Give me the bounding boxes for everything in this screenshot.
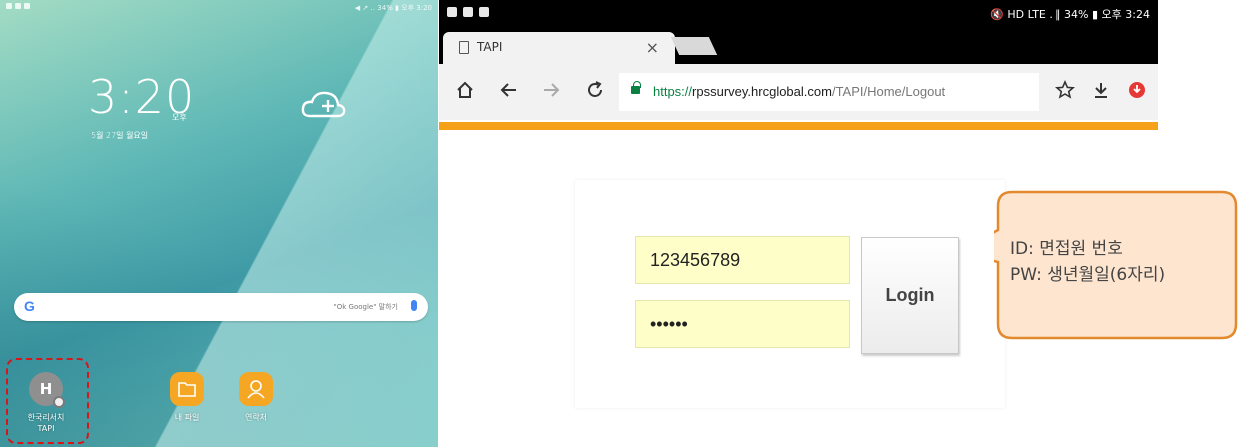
google-search-bar[interactable]: G "Ok Google" 말하기 (14, 293, 428, 321)
google-logo-icon: G (24, 298, 35, 314)
clock-ampm: 오후 (172, 113, 187, 122)
url-host: rpssurvey.hrcglobal.com (692, 84, 832, 99)
url-text: https://rpssurvey.hrcglobal.com/TAPI/Hom… (653, 84, 945, 99)
folder-glyph-icon (178, 382, 196, 397)
download-icon[interactable] (1091, 80, 1111, 100)
lock-icon (631, 81, 641, 94)
login-card: 123456789 •••••• Login (575, 180, 1005, 408)
id-input[interactable]: 123456789 (635, 236, 850, 284)
new-tab-button[interactable] (670, 37, 718, 55)
login-button[interactable]: Login (861, 237, 959, 354)
status-icons (6, 3, 30, 13)
app-my-files[interactable]: 내 파일 (157, 372, 217, 423)
folder-icon (170, 372, 204, 406)
password-input[interactable]: •••••• (635, 300, 850, 348)
browser-status-right: 🔇 HD LTE . ∥ 34% ▮ 오후 3:24 (990, 8, 1150, 21)
clock-widget[interactable]: 3:20 오후 5월 27일 월요일 (88, 70, 195, 140)
settings-icon (24, 3, 30, 9)
credential-callout: ID: 면접원 번호 PW: 생년월일(6자리) (994, 190, 1238, 340)
contacts-icon (239, 372, 273, 406)
ok-google-hint: "Ok Google" 말하기 (333, 303, 398, 311)
app-contacts-label: 연락처 (244, 413, 268, 422)
address-bar[interactable]: https://rpssurvey.hrcglobal.com/TAPI/Hom… (619, 73, 1039, 111)
gallery-icon (6, 3, 12, 9)
tab-title: TAPI (477, 40, 503, 54)
tab-tapi[interactable]: TAPI × (443, 32, 675, 64)
page-icon (459, 41, 469, 54)
gallery-icon (447, 7, 457, 17)
shield-icon (463, 7, 473, 17)
weather-add-icon[interactable] (300, 88, 346, 122)
phone-home-screen: ◀ ↗ ‥ 34% ▮ 오후 3:20 3:20 오후 5월 27일 월요일 G… (0, 0, 438, 447)
back-arrow-icon[interactable] (499, 80, 519, 100)
tab-strip: TAPI × (439, 28, 1158, 64)
browser-status-bar: 🔇 HD LTE . ∥ 34% ▮ 오후 3:24 (439, 0, 1158, 28)
settings-icon (479, 7, 489, 17)
phone-status-right: ◀ ↗ ‥ 34% ▮ 오후 3:20 (354, 4, 432, 12)
forward-arrow-icon[interactable] (541, 80, 561, 100)
clock-date: 5월 27일 월요일 (91, 131, 149, 140)
phone-status-bar: ◀ ↗ ‥ 34% ▮ 오후 3:20 (6, 3, 432, 13)
status-icons-left (447, 7, 489, 17)
url-scheme: https:// (653, 84, 693, 99)
reload-icon[interactable] (585, 80, 605, 100)
site-header-accent-bar (439, 122, 1158, 130)
home-icon[interactable] (455, 80, 475, 100)
person-glyph-icon (247, 380, 265, 399)
callout-id-hint: ID: 면접원 번호 (1010, 239, 1123, 259)
app-my-files-label: 내 파일 (174, 413, 200, 422)
composite-screenshot: ◀ ↗ ‥ 34% ▮ 오후 3:20 3:20 오후 5월 27일 월요일 G… (0, 0, 1242, 447)
url-path: /TAPI/Home/Logout (831, 84, 946, 99)
shield-icon (15, 3, 21, 9)
adblock-icon[interactable] (1127, 80, 1147, 100)
tapi-highlight-box (6, 358, 89, 444)
star-icon[interactable] (1055, 80, 1075, 100)
tab-close-icon[interactable]: × (646, 38, 659, 57)
browser-toolbar: https://rpssurvey.hrcglobal.com/TAPI/Hom… (439, 64, 1158, 120)
app-contacts[interactable]: 연락처 (226, 372, 286, 423)
microphone-icon[interactable] (411, 300, 417, 311)
callout-pw-hint: PW: 생년월일(6자리) (1010, 265, 1165, 285)
